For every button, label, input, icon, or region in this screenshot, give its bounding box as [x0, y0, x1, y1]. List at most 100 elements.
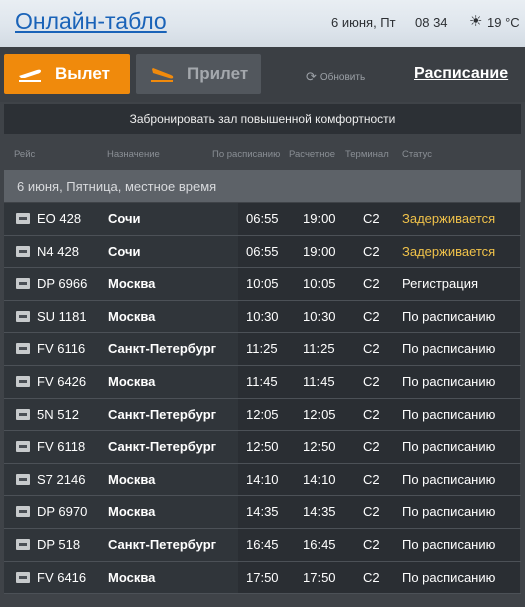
flight-status: Регистрация — [402, 276, 478, 292]
estimated-time: 19:00 — [303, 243, 336, 259]
estimated-time: 10:30 — [303, 308, 336, 324]
flight-status: По расписанию — [402, 308, 496, 324]
refresh-label: Обновить — [319, 71, 366, 83]
terminal: C2 — [363, 211, 380, 226]
destination: Санкт-Петербург — [108, 536, 217, 552]
airline-logo-icon — [16, 408, 30, 420]
table-row[interactable]: DP 518 Санкт-Петербург 16:45 16:45 C2 По расп… — [4, 528, 521, 562]
current-time: 08 34 — [415, 15, 448, 30]
destination: Москва — [108, 504, 156, 520]
flight-status: По расписанию — [402, 471, 496, 487]
table-header: Рейс Назначение По расписанию Расчетное … — [0, 143, 525, 165]
flight-number: DP 518 — [37, 536, 81, 552]
estimated-time: 14:35 — [303, 504, 336, 520]
scheduled-time: 11:45 — [246, 373, 278, 389]
estimated-time: 10:05 — [303, 276, 336, 292]
airline-logo-icon — [16, 441, 30, 453]
estimated-time: 16:45 — [303, 536, 336, 552]
scheduled-time: 06:55 — [246, 243, 279, 259]
airline-logo-icon — [16, 538, 30, 550]
tab-bar: Вылет Прилет ⟳ Обновить Расписание — [0, 47, 525, 102]
table-row[interactable]: EO 428 Сочи 06:55 19:00 C2 Задерживается — [4, 203, 521, 236]
tab-arrivals-label: Прилет — [187, 64, 249, 83]
estimated-time: 11:45 — [303, 373, 335, 389]
flight-number: SU 1181 — [37, 308, 87, 324]
airline-logo-icon — [16, 245, 30, 257]
estimated-time: 11:25 — [303, 341, 335, 357]
terminal: C2 — [363, 471, 380, 487]
airline-logo-icon — [16, 506, 30, 518]
table-row[interactable]: FV 6426 Москва 11:45 11:45 C2 По расписанию — [4, 365, 521, 399]
flight-status: По расписанию — [402, 341, 496, 357]
flight-number: FV 6416 — [37, 569, 87, 585]
current-date: 6 июня, Пт — [331, 15, 396, 30]
destination: Санкт-Петербург — [108, 406, 217, 422]
scheduled-time: 11:25 — [246, 341, 278, 357]
table-row[interactable]: S7 2146 Москва 14:10 14:10 C2 По расписанию — [4, 463, 521, 497]
terminal: C2 — [363, 341, 380, 357]
terminal: C2 — [363, 243, 380, 259]
schedule-link[interactable]: Расписание — [414, 65, 508, 83]
terminal: C2 — [363, 536, 380, 552]
terminal: C2 — [363, 439, 380, 455]
plane-takeoff-icon — [19, 69, 41, 82]
destination: Москва — [108, 276, 156, 292]
flight-status: По расписанию — [402, 439, 496, 455]
flight-number: EO 428 — [37, 211, 82, 226]
flight-number: DP 6966 — [37, 276, 88, 292]
destination: Москва — [108, 373, 156, 389]
table-row[interactable]: DP 6970 Москва 14:35 14:35 C2 По расписанию — [4, 496, 521, 529]
table-row[interactable]: FV 6416 Москва 17:50 17:50 C2 По расписанию — [4, 561, 521, 595]
destination: Москва — [108, 308, 156, 324]
terminal: C2 — [363, 569, 380, 585]
airline-logo-icon — [16, 571, 30, 583]
table-row[interactable]: 5N 512 Санкт-Петербург 12:05 12:05 C2 По расп… — [4, 398, 521, 432]
terminal: C2 — [363, 504, 380, 520]
flight-number: FV 6426 — [37, 373, 87, 389]
airline-logo-icon — [16, 278, 30, 290]
estimated-time: 14:10 — [303, 471, 336, 487]
col-destination: Назначение — [107, 149, 160, 160]
airline-logo-icon — [16, 473, 30, 485]
temperature: 19 °C — [487, 15, 520, 30]
destination: Санкт-Петербург — [108, 341, 217, 357]
page-title[interactable]: Онлайн-табло — [15, 8, 167, 35]
table-row[interactable]: FV 6116 Санкт-Петербург 11:25 11:25 C2 По рас… — [4, 333, 521, 366]
col-terminal: Терминал — [345, 149, 389, 160]
terminal: C2 — [363, 276, 380, 292]
table-row[interactable]: SU 1181 Москва 10:30 10:30 C2 По расписанию — [4, 300, 521, 334]
flight-number: N4 428 — [37, 243, 79, 259]
table-row[interactable]: FV 6118 Санкт-Петербург 12:50 12:50 C2 По рас… — [4, 431, 521, 464]
scheduled-time: 10:30 — [246, 308, 279, 324]
col-flight: Рейс — [14, 149, 36, 160]
estimated-time: 19:00 — [303, 211, 336, 226]
estimated-time: 12:05 — [303, 406, 336, 422]
flight-status: Задерживается — [402, 243, 496, 259]
scheduled-time: 06:55 — [246, 211, 279, 226]
day-label: 6 июня, Пятница, местное время — [4, 170, 521, 202]
estimated-time: 12:50 — [303, 439, 336, 455]
flight-status: По расписанию — [402, 536, 496, 552]
col-estimated: Расчетное — [289, 149, 336, 160]
destination: Сочи — [108, 243, 141, 259]
scheduled-time: 16:45 — [246, 536, 279, 552]
table-row[interactable]: N4 428 Сочи 06:55 19:00 C2 Задерживается — [4, 235, 521, 269]
plane-landing-icon — [151, 68, 174, 82]
refresh-button[interactable]: ⟳ Обновить — [306, 69, 365, 85]
table-row[interactable]: DP 6966 Москва 10:05 10:05 C2 Регистрация — [4, 268, 521, 301]
flight-status: По расписанию — [402, 504, 496, 520]
book-lounge-button[interactable]: Забронировать зал повышенной комфортност… — [4, 104, 521, 134]
tab-arrivals[interactable]: Прилет — [136, 54, 261, 94]
destination: Санкт-Петербург — [108, 439, 217, 455]
refresh-icon: ⟳ — [306, 69, 317, 84]
flight-number: FV 6118 — [37, 439, 86, 455]
flight-status: По расписанию — [402, 569, 496, 585]
airline-logo-icon — [16, 213, 30, 224]
airline-logo-icon — [16, 310, 30, 322]
col-scheduled: По расписанию — [212, 149, 281, 160]
flight-status: Задерживается — [402, 211, 496, 226]
flight-number: S7 2146 — [37, 471, 86, 487]
col-status: Статус — [402, 149, 433, 160]
scheduled-time: 14:10 — [246, 471, 279, 487]
tab-departures[interactable]: Вылет — [4, 54, 130, 94]
